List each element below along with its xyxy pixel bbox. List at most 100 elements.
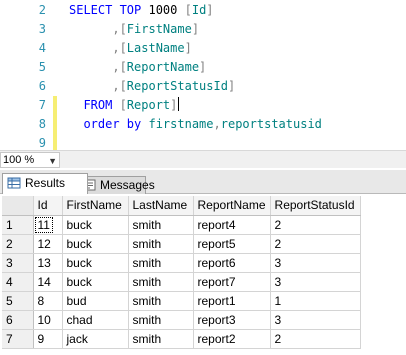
- table-cell[interactable]: 14: [33, 272, 63, 292]
- row-header[interactable]: 2: [2, 234, 34, 254]
- table-cell[interactable]: smith: [128, 291, 194, 311]
- code-token: ,[: [69, 41, 127, 55]
- code-line[interactable]: 7 FROM [Report]: [0, 96, 406, 115]
- table-cell[interactable]: 10: [33, 310, 63, 330]
- code-line[interactable]: 6 ,[ReportStatusId]: [0, 77, 406, 96]
- table-cell[interactable]: smith: [128, 215, 194, 235]
- chevron-down-icon[interactable]: ▼: [48, 154, 57, 168]
- row-header[interactable]: 7: [2, 329, 34, 349]
- table-cell[interactable]: smith: [128, 310, 194, 330]
- results-tab-bar: Messages Results: [0, 170, 406, 194]
- column-header[interactable]: ReportName: [193, 196, 271, 216]
- text-caret: [178, 97, 180, 111]
- table-cell[interactable]: 13: [33, 253, 63, 273]
- table-row[interactable]: 3 13 buck smith report6 3: [2, 253, 361, 273]
- table-row[interactable]: 6 10 chad smith report3 3: [2, 310, 361, 330]
- column-header[interactable]: FirstName: [62, 196, 129, 216]
- code-token: ,: [213, 117, 221, 131]
- table-cell[interactable]: report5: [193, 234, 271, 254]
- code-token: ]: [206, 3, 214, 17]
- code-token: [: [184, 3, 192, 17]
- zoom-bar: 100 % ▼: [0, 150, 406, 168]
- line-number: 8: [38, 117, 46, 131]
- tab-results-label: Results: [25, 176, 66, 190]
- table-cell[interactable]: buck: [62, 234, 129, 254]
- table-cell[interactable]: report2: [193, 329, 271, 349]
- row-header[interactable]: 4: [2, 272, 34, 292]
- code-token: ]: [184, 41, 192, 55]
- row-header[interactable]: 1: [2, 215, 34, 235]
- table-row[interactable]: 5 8 bud smith report1 1: [2, 291, 361, 311]
- code-line[interactable]: 8 order by firstname,reportstatusid: [0, 115, 406, 134]
- code-line[interactable]: 4 ,[LastName]: [0, 39, 406, 58]
- table-row[interactable]: 1 11 buck smith report4 2: [2, 215, 361, 235]
- code-token: FROM: [69, 98, 120, 112]
- table-cell[interactable]: 2: [270, 234, 361, 254]
- code-token: SELECT TOP: [69, 3, 149, 17]
- grid-corner[interactable]: [2, 196, 34, 216]
- table-cell[interactable]: 3: [270, 310, 361, 330]
- table-row[interactable]: 2 12 buck smith report5 2: [2, 234, 361, 254]
- line-number: 4: [38, 41, 46, 55]
- table-cell[interactable]: smith: [128, 272, 194, 292]
- table-row[interactable]: 7 9 jack smith report2 2: [2, 329, 361, 349]
- code-line[interactable]: 3 ,[FirstName]: [0, 20, 406, 39]
- grid-icon: [7, 177, 21, 189]
- column-header[interactable]: ReportStatusId: [270, 196, 361, 216]
- table-cell[interactable]: report4: [193, 215, 271, 235]
- query-editor[interactable]: 2 SELECT TOP 1000 [Id] 3 ,[FirstName] 4 ,[L…: [0, 0, 406, 153]
- code-token: ,[: [69, 79, 127, 93]
- table-cell[interactable]: jack: [62, 329, 129, 349]
- code-token: ]: [170, 98, 178, 112]
- table-cell[interactable]: 1: [270, 291, 361, 311]
- table-cell[interactable]: 9: [33, 329, 63, 349]
- line-number: 6: [38, 79, 46, 93]
- table-cell[interactable]: smith: [128, 234, 194, 254]
- table-cell[interactable]: 3: [270, 253, 361, 273]
- zoom-value: 100 %: [3, 154, 35, 166]
- code-token: ]: [191, 22, 200, 36]
- code-token: reportstatusid: [220, 117, 322, 131]
- row-header[interactable]: 6: [2, 310, 34, 330]
- table-cell[interactable]: chad: [62, 310, 129, 330]
- table-cell[interactable]: smith: [128, 253, 194, 273]
- column-header[interactable]: Id: [33, 196, 63, 216]
- table-cell[interactable]: bud: [62, 291, 129, 311]
- table-cell[interactable]: 3: [270, 272, 361, 292]
- line-number: 7: [38, 98, 46, 112]
- code-token: ,[: [69, 22, 127, 36]
- column-header[interactable]: LastName: [128, 196, 194, 216]
- change-marker: [53, 96, 57, 115]
- code-text: ,[ReportStatusId]: [69, 77, 235, 96]
- line-number: 3: [38, 22, 46, 36]
- row-header[interactable]: 5: [2, 291, 34, 311]
- table-cell[interactable]: report1: [193, 291, 271, 311]
- table-cell[interactable]: smith: [128, 329, 194, 349]
- code-token: LastName: [126, 41, 185, 55]
- code-line[interactable]: 5 ,[ReportName]: [0, 58, 406, 77]
- tab-messages-label: Messages: [100, 178, 155, 192]
- table-cell[interactable]: report6: [193, 253, 271, 273]
- code-text: ,[LastName]: [69, 39, 192, 58]
- results-grid[interactable]: Id FirstName LastName ReportName ReportStatu…: [2, 196, 361, 349]
- code-token: [: [119, 98, 127, 112]
- table-cell[interactable]: 12: [33, 234, 63, 254]
- code-line[interactable]: 2 SELECT TOP 1000 [Id]: [0, 1, 406, 20]
- table-cell[interactable]: 2: [270, 215, 361, 235]
- table-cell[interactable]: buck: [62, 215, 129, 235]
- table-cell[interactable]: 11: [33, 215, 63, 235]
- table-cell[interactable]: buck: [62, 253, 129, 273]
- code-text: ,[FirstName]: [69, 20, 199, 39]
- code-token: FirstName: [126, 22, 192, 36]
- table-cell[interactable]: report3: [193, 310, 271, 330]
- table-cell[interactable]: report7: [193, 272, 271, 292]
- zoom-dropdown[interactable]: 100 % ▼: [0, 152, 60, 168]
- tab-results[interactable]: Results: [2, 173, 88, 194]
- code-text: order by firstname,reportstatusid: [69, 115, 322, 134]
- line-number: 5: [38, 60, 46, 74]
- table-cell[interactable]: 2: [270, 329, 361, 349]
- table-cell[interactable]: buck: [62, 272, 129, 292]
- row-header[interactable]: 3: [2, 253, 34, 273]
- table-cell[interactable]: 8: [33, 291, 63, 311]
- table-row[interactable]: 4 14 buck smith report7 3: [2, 272, 361, 292]
